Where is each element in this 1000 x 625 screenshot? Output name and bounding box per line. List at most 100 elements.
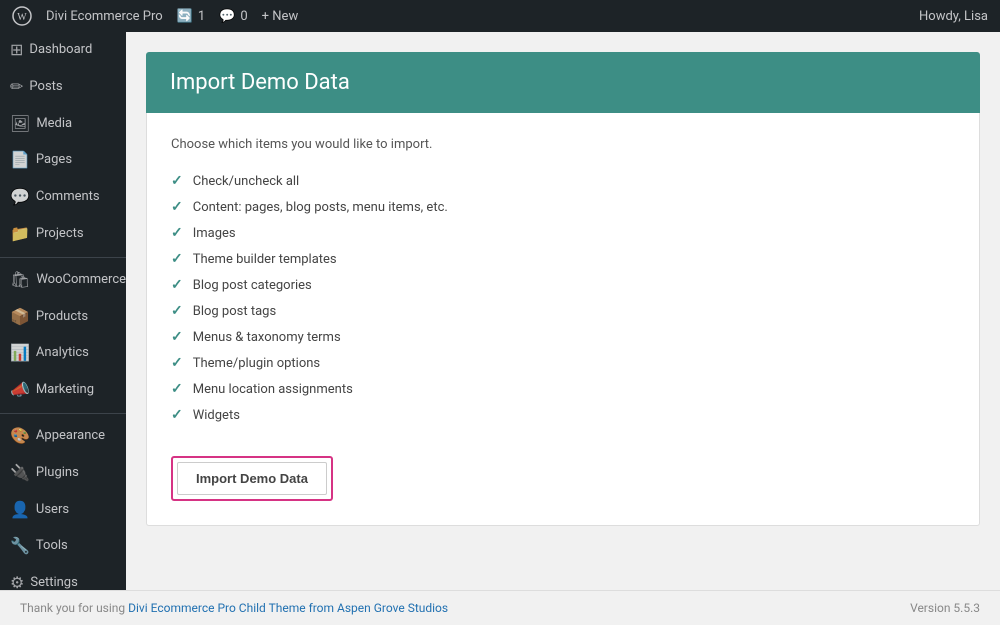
sidebar-item-comments[interactable]: 💬 Comments — [0, 179, 126, 216]
check-icon-9: ✓ — [171, 407, 183, 423]
checklist-item-1: ✓ Content: pages, blog posts, menu items… — [171, 194, 955, 220]
checklist-item-9: ✓ Widgets — [171, 402, 955, 428]
footer-version: Version 5.5.3 — [910, 601, 980, 615]
woocommerce-icon: 🛍 — [10, 270, 30, 291]
intro-text: Choose which items you would like to imp… — [171, 137, 955, 152]
sidebar-label-pages: Pages — [36, 152, 72, 169]
pages-icon: 📄 — [10, 150, 30, 171]
sidebar-item-settings[interactable]: ⚙ Settings — [0, 565, 126, 590]
checklist-item-6: ✓ Menus & taxonomy terms — [171, 324, 955, 350]
import-btn-wrapper: Import Demo Data — [171, 456, 333, 501]
posts-icon: ✏ — [10, 77, 23, 98]
sidebar-label-analytics: Analytics — [36, 345, 89, 362]
settings-icon: ⚙ — [10, 573, 24, 590]
sidebar-item-pages[interactable]: 📄 Pages — [0, 142, 126, 179]
checklist-item-3: ✓ Theme builder templates — [171, 246, 955, 272]
media-icon: 🖼 — [10, 114, 30, 135]
updates-icon: 🔄 — [177, 9, 193, 24]
appearance-icon: 🎨 — [10, 426, 30, 447]
content-area: Import Demo Data Choose which items you … — [126, 32, 1000, 590]
sidebar-item-woocommerce[interactable]: 🛍 WooCommerce — [0, 262, 126, 299]
checklist-label-4: Blog post categories — [193, 278, 312, 293]
sidebar-label-posts: Posts — [29, 79, 62, 96]
checklist-label-8: Menu location assignments — [193, 382, 353, 397]
sidebar-label-media: Media — [36, 116, 72, 133]
page-title: Import Demo Data — [170, 70, 956, 95]
check-icon-2: ✓ — [171, 225, 183, 241]
checklist-label-5: Blog post tags — [193, 304, 276, 319]
check-icon-1: ✓ — [171, 199, 183, 215]
sidebar-item-marketing[interactable]: 📣 Marketing — [0, 372, 126, 409]
sidebar-label-products: Products — [36, 309, 88, 326]
site-name-link[interactable]: Divi Ecommerce Pro — [46, 9, 163, 24]
sidebar-label-settings: Settings — [30, 575, 77, 590]
sidebar-item-users[interactable]: 👤 Users — [0, 492, 126, 529]
check-icon-7: ✓ — [171, 355, 183, 371]
checklist-label-2: Images — [193, 226, 236, 241]
checklist-label-1: Content: pages, blog posts, menu items, … — [193, 200, 448, 215]
check-icon-6: ✓ — [171, 329, 183, 345]
svg-text:W: W — [17, 12, 27, 23]
sidebar-label-users: Users — [36, 502, 69, 519]
sidebar-item-products[interactable]: 📦 Products — [0, 299, 126, 336]
sidebar-label-marketing: Marketing — [36, 382, 94, 399]
comments-icon: 💬 — [219, 9, 235, 24]
sidebar-item-appearance[interactable]: 🎨 Appearance — [0, 418, 126, 455]
wp-logo-icon: W — [12, 6, 32, 26]
checklist: ✓ Check/uncheck all ✓ Content: pages, bl… — [171, 168, 955, 428]
check-icon-8: ✓ — [171, 381, 183, 397]
footer-link[interactable]: Divi Ecommerce Pro Child Theme from Aspe… — [128, 601, 448, 615]
main-layout: ⊞ Dashboard ✏ Posts 🖼 Media 📄 Pages 💬 Co… — [0, 32, 1000, 590]
comments-link[interactable]: 💬 0 — [219, 9, 248, 24]
footer-thank-you: Thank you for using — [20, 601, 128, 615]
checklist-item-7: ✓ Theme/plugin options — [171, 350, 955, 376]
main-card: Choose which items you would like to imp… — [146, 113, 980, 526]
footer: Thank you for using Divi Ecommerce Pro C… — [0, 590, 1000, 625]
projects-icon: 📁 — [10, 224, 30, 245]
updates-link[interactable]: 🔄 1 — [177, 9, 206, 24]
sidebar-label-dashboard: Dashboard — [29, 42, 92, 59]
comments-sidebar-icon: 💬 — [10, 187, 30, 208]
dashboard-icon: ⊞ — [10, 40, 23, 61]
sidebar-label-comments: Comments — [36, 189, 100, 206]
sidebar-item-tools[interactable]: 🔧 Tools — [0, 528, 126, 565]
sidebar-label-projects: Projects — [36, 226, 84, 243]
checklist-item-4: ✓ Blog post categories — [171, 272, 955, 298]
page-header: Import Demo Data — [146, 52, 980, 113]
sidebar-label-tools: Tools — [36, 538, 68, 555]
plugins-icon: 🔌 — [10, 463, 30, 484]
checklist-label-6: Menus & taxonomy terms — [193, 330, 341, 345]
sidebar-separator-1 — [0, 257, 126, 258]
sidebar-label-plugins: Plugins — [36, 465, 79, 482]
tools-icon: 🔧 — [10, 536, 30, 557]
checklist-label-3: Theme builder templates — [193, 252, 337, 267]
sidebar-label-woocommerce: WooCommerce — [36, 272, 126, 289]
sidebar: ⊞ Dashboard ✏ Posts 🖼 Media 📄 Pages 💬 Co… — [0, 32, 126, 590]
analytics-icon: 📊 — [10, 343, 30, 364]
admin-bar-left: W Divi Ecommerce Pro 🔄 1 💬 0 + New — [12, 6, 298, 26]
checklist-item-5: ✓ Blog post tags — [171, 298, 955, 324]
checklist-item-0: ✓ Check/uncheck all — [171, 168, 955, 194]
sidebar-item-plugins[interactable]: 🔌 Plugins — [0, 455, 126, 492]
footer-text: Thank you for using Divi Ecommerce Pro C… — [20, 601, 448, 615]
check-icon-0: ✓ — [171, 173, 183, 189]
sidebar-item-analytics[interactable]: 📊 Analytics — [0, 335, 126, 372]
checklist-item-2: ✓ Images — [171, 220, 955, 246]
sidebar-item-dashboard[interactable]: ⊞ Dashboard — [0, 32, 126, 69]
import-demo-data-button[interactable]: Import Demo Data — [177, 462, 327, 495]
sidebar-item-projects[interactable]: 📁 Projects — [0, 216, 126, 253]
checklist-label-9: Widgets — [193, 408, 240, 423]
sidebar-separator-2 — [0, 413, 126, 414]
checklist-label-0: Check/uncheck all — [193, 174, 300, 189]
admin-bar-right: Howdy, Lisa — [919, 9, 988, 24]
products-icon: 📦 — [10, 307, 30, 328]
sidebar-label-appearance: Appearance — [36, 428, 105, 445]
sidebar-item-posts[interactable]: ✏ Posts — [0, 69, 126, 106]
wp-logo-link[interactable]: W — [12, 6, 32, 26]
sidebar-item-media[interactable]: 🖼 Media — [0, 106, 126, 143]
check-icon-3: ✓ — [171, 251, 183, 267]
check-icon-4: ✓ — [171, 277, 183, 293]
checklist-label-7: Theme/plugin options — [193, 356, 320, 371]
check-icon-5: ✓ — [171, 303, 183, 319]
new-content-link[interactable]: + New — [262, 9, 299, 24]
